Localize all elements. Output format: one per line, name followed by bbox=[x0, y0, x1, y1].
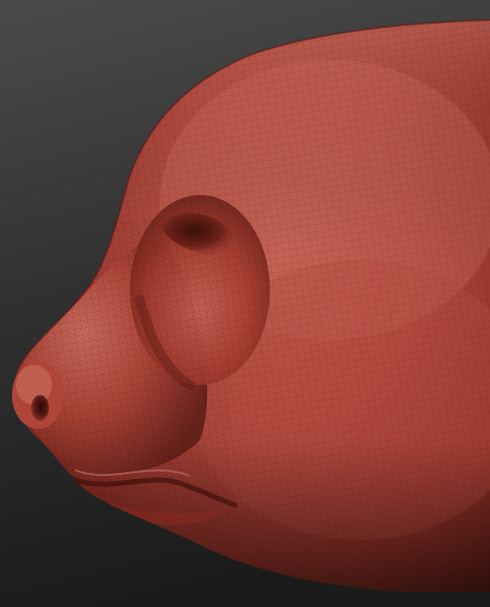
sculpt-viewport[interactable] bbox=[0, 0, 490, 607]
sculpt-render bbox=[0, 0, 490, 607]
nose-tip[interactable] bbox=[12, 361, 64, 429]
